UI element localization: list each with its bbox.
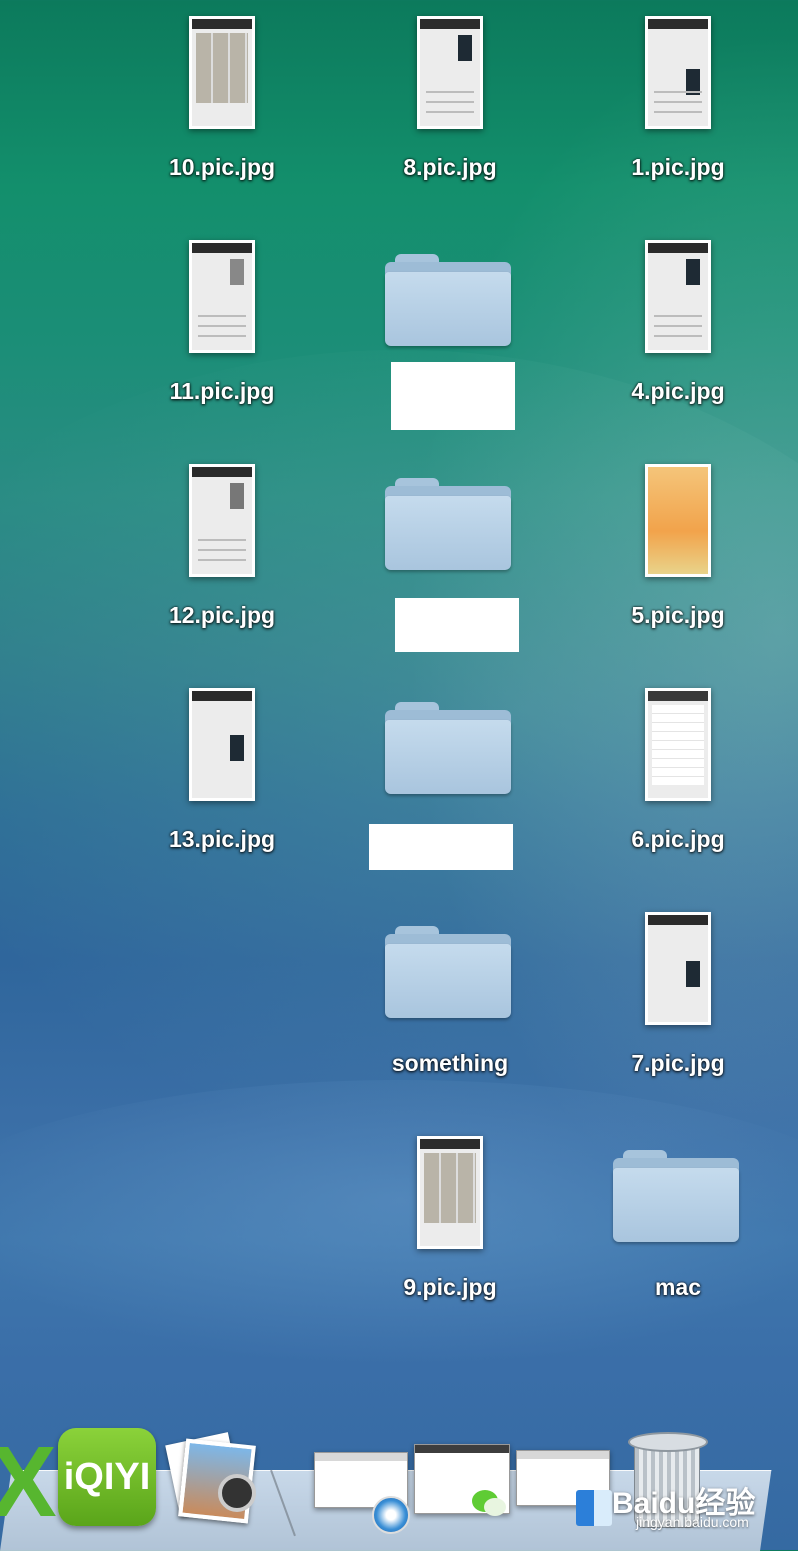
folder-icon <box>385 254 513 350</box>
image-thumbnail <box>417 16 483 129</box>
desktop-file-9[interactable]: 9.pic.jpg <box>375 1136 525 1336</box>
watermark-url: jingyan.baidu.com <box>636 1514 749 1530</box>
desktop-file-5[interactable]: 5.pic.jpg <box>603 464 753 664</box>
image-thumbnail <box>189 464 255 577</box>
file-label: 6.pic.jpg <box>631 826 725 852</box>
folder-icon <box>385 478 513 574</box>
redaction-box <box>369 824 513 870</box>
file-label: 8.pic.jpg <box>403 154 497 180</box>
file-label: 11.pic.jpg <box>169 378 275 404</box>
desktop-file-12[interactable]: 12.pic.jpg <box>147 464 297 664</box>
folder-label: mac <box>654 1274 702 1300</box>
file-label: 9.pic.jpg <box>403 1274 497 1300</box>
file-label: 1.pic.jpg <box>631 154 725 180</box>
image-thumbnail <box>645 16 711 129</box>
file-label: 5.pic.jpg <box>631 602 725 628</box>
image-thumbnail <box>645 912 711 1025</box>
file-label: 7.pic.jpg <box>631 1050 725 1076</box>
iqiyi-icon[interactable]: iQIYI <box>58 1428 156 1526</box>
image-thumbnail <box>189 16 255 129</box>
desktop-file-4[interactable]: 4.pic.jpg <box>603 240 753 440</box>
image-thumbnail <box>189 688 255 801</box>
folder-label: something <box>391 1050 509 1076</box>
redaction-box <box>395 598 519 652</box>
folder-icon <box>385 702 513 798</box>
folder-icon <box>613 1150 741 1246</box>
image-thumbnail <box>189 240 255 353</box>
desktop-file-7[interactable]: 7.pic.jpg <box>603 912 753 1112</box>
safari-icon <box>372 1496 410 1534</box>
desktop-file-10[interactable]: 10.pic.jpg <box>147 16 297 216</box>
file-label: 10.pic.jpg <box>168 154 276 180</box>
file-label: 13.pic.jpg <box>168 826 276 852</box>
wechat-icon <box>472 1490 508 1520</box>
folder-icon <box>385 926 513 1022</box>
desktop-file-6[interactable]: 6.pic.jpg <box>603 688 753 888</box>
file-label: 4.pic.jpg <box>631 378 725 404</box>
desktop-folder-mac[interactable]: mac <box>603 1136 753 1336</box>
excel-icon[interactable]: X <box>0 1432 57 1532</box>
desktop-file-1[interactable]: 1.pic.jpg <box>603 16 753 216</box>
finder-icon <box>576 1490 612 1526</box>
image-thumbnail <box>645 688 711 801</box>
redaction-box <box>391 362 515 430</box>
file-label: 12.pic.jpg <box>168 602 276 628</box>
desktop-file-11[interactable]: 11.pic.jpg <box>147 240 297 440</box>
image-thumbnail <box>645 464 711 577</box>
desktop-file-8[interactable]: 8.pic.jpg <box>375 16 525 216</box>
image-thumbnail <box>645 240 711 353</box>
desktop-folder-something[interactable]: something <box>375 912 525 1112</box>
desktop-file-13[interactable]: 13.pic.jpg <box>147 688 297 888</box>
image-thumbnail <box>417 1136 483 1249</box>
preview-icon[interactable] <box>165 1430 256 1524</box>
